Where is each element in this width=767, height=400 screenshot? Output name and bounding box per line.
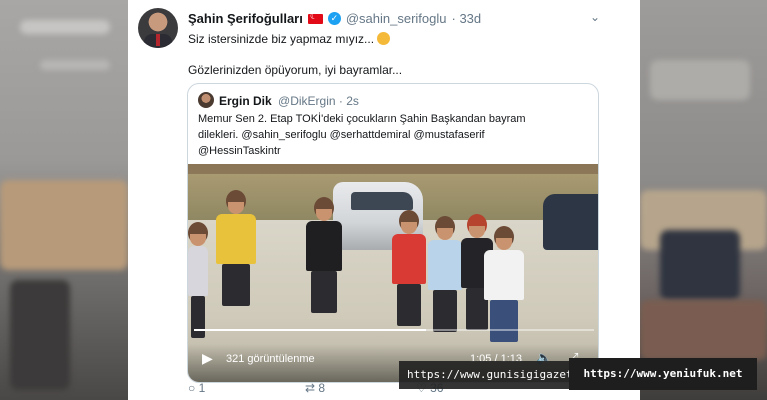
watermark-left: https://www.gunisigigazetesi (399, 361, 576, 389)
quote-text-line: @HessinTaskintr (198, 145, 281, 157)
tweet-header: Şahin Şerifoğulları ✓ @sahin_serifoglu ·… (188, 11, 482, 27)
video-scene-child (216, 190, 256, 306)
video-scene-dark-car (543, 194, 598, 250)
quote-text-line: Memur Sen 2. Etap TOKİ'deki çocukların Ş… (198, 113, 526, 125)
quote-author-avatar (198, 92, 214, 108)
video-scene-child (428, 216, 462, 332)
tweet-text: Siz istersinizde biz yapmaz mıyız... (188, 32, 375, 46)
retweet-count: 8 (318, 381, 326, 395)
reply-icon: ○ (188, 381, 196, 395)
play-icon[interactable]: ▶ (202, 350, 213, 367)
blurred-background-right (640, 0, 767, 400)
verified-badge-icon: ✓ (327, 12, 341, 25)
tweet-text-line-2: Gözlerinizden öpüyorum, iyi bayramlar... (188, 63, 403, 77)
quote-author-name: Ergin Dik (219, 94, 272, 108)
quote-author-handle: @DikErgin · 2s (278, 94, 359, 108)
author-name[interactable]: Şahin Şerifoğulları (188, 11, 303, 26)
quote-text-line: dilekleri. @sahin_serifoglu @serhattdemi… (198, 129, 485, 141)
tweet-text-line-1: Siz istersinizde biz yapmaz mıyız... (188, 32, 391, 46)
video-scene-child (392, 210, 426, 326)
reply-count: 1 (198, 381, 206, 395)
video-player[interactable]: ▶ 321 görüntülenme 1:05 / 1:13 🔈 ⤢ (188, 164, 598, 382)
video-view-count: 321 görüntülenme (226, 353, 315, 365)
quoted-tweet[interactable]: Ergin Dik @DikErgin · 2s Memur Sen 2. Et… (187, 83, 599, 383)
watermark-right: https://www.yeniufuk.net (569, 358, 757, 390)
quote-text: Memur Sen 2. Etap TOKİ'deki çocukların Ş… (198, 111, 593, 159)
turkish-flag-icon (307, 11, 323, 24)
video-progress-bar[interactable] (194, 329, 594, 331)
author-handle[interactable]: @sahin_serifoglu (346, 11, 447, 26)
retweet-icon: ⇄ (305, 381, 316, 395)
retweet-button[interactable]: ⇄ 8 (305, 381, 325, 395)
video-scene-child (306, 197, 342, 313)
quote-header: Ergin Dik @DikErgin · 2s (219, 94, 359, 108)
smiling-face-emoji-icon (377, 32, 391, 45)
video-scene-child (188, 222, 208, 338)
tweet-time[interactable]: · 33d (452, 11, 482, 26)
video-progress-fill (194, 329, 426, 331)
blurred-background-left (0, 0, 128, 400)
chevron-down-icon[interactable]: ⌄ (590, 10, 600, 24)
reply-button[interactable]: ○ 1 (188, 381, 205, 395)
video-scene-child (484, 226, 524, 342)
author-avatar[interactable] (138, 8, 178, 48)
